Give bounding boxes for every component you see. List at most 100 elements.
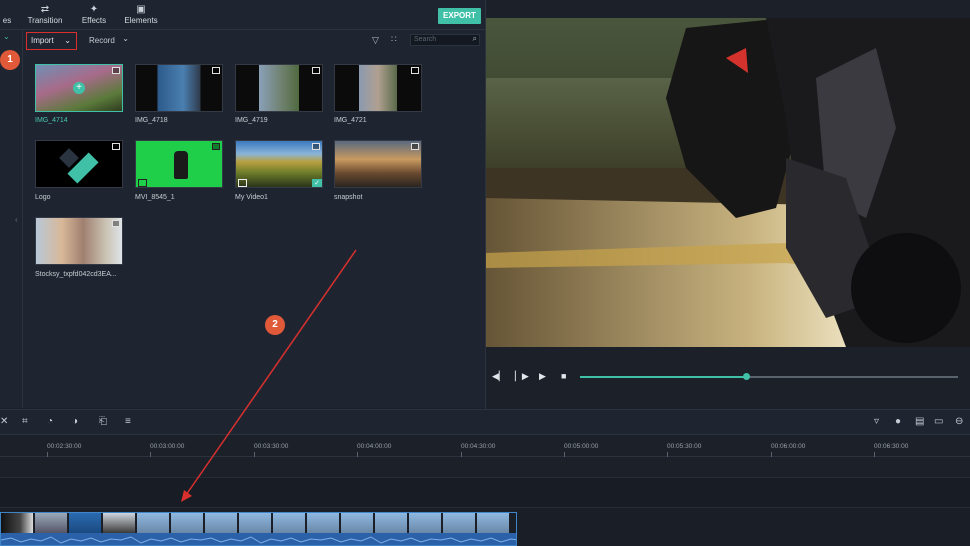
film-icon	[212, 143, 220, 150]
image-type-icon	[212, 67, 220, 74]
ruler-label: 00:03:00:00	[150, 443, 185, 450]
ruler-label: 00:06:30:00	[874, 443, 909, 450]
record-button[interactable]: Record ⌄	[89, 32, 137, 50]
stop-icon[interactable]: ■	[561, 371, 566, 381]
clip-frame	[307, 513, 340, 533]
check-icon: ✓	[312, 179, 322, 187]
timeline-track[interactable]	[0, 478, 970, 508]
media-label: snapshot	[334, 194, 363, 201]
media-thumb-img-4721[interactable]	[334, 64, 422, 112]
video-preview	[486, 18, 970, 347]
next-frame-icon[interactable]: ▏▶	[515, 371, 529, 382]
import-button[interactable]: Import ⌄	[26, 32, 77, 50]
ruler-tick	[564, 452, 565, 457]
media-thumb-img-4714[interactable]: +	[35, 64, 123, 112]
ruler-label: 00:04:00:00	[357, 443, 392, 450]
export-button[interactable]: EXPORT	[438, 8, 481, 24]
step-badge-1: 1	[0, 50, 20, 70]
chevron-down-icon[interactable]: ⌄	[3, 32, 10, 41]
zoom-out-icon[interactable]: ⊖	[955, 416, 963, 427]
add-icon[interactable]: +	[73, 82, 85, 94]
search-icon[interactable]: ⌕	[473, 34, 477, 44]
clip-frame	[1, 513, 34, 533]
media-label: Logo	[35, 194, 51, 201]
tab-effects[interactable]: ✦ Effects	[80, 4, 108, 25]
prev-frame-icon[interactable]: ◀▏	[492, 371, 506, 382]
ruler-label: 00:04:30:00	[461, 443, 496, 450]
media-thumb-stocksy[interactable]	[35, 217, 123, 265]
ruler-label: 00:02:30:00	[47, 443, 82, 450]
clip-frame	[137, 513, 170, 533]
tab-media[interactable]: es	[0, 4, 14, 25]
media-label: IMG_4721	[334, 117, 367, 124]
person-figure	[174, 151, 188, 179]
media-thumb-snapshot[interactable]	[334, 140, 422, 188]
tab-elements[interactable]: ▣ Elements	[124, 4, 158, 25]
media-label: Stocksy_txpfd042cd3EA...	[35, 271, 117, 278]
film-icon	[312, 143, 320, 150]
snapshot-icon[interactable]: ▭	[934, 416, 943, 427]
ruler-label: 00:03:30:00	[254, 443, 289, 450]
clip-frame	[69, 513, 102, 533]
play-icon[interactable]: ▶	[539, 371, 546, 382]
ruler-label: 00:05:30:00	[667, 443, 702, 450]
search-input[interactable]: Search ⌕	[410, 34, 480, 46]
green-screen-icon[interactable]: ⎗	[99, 416, 107, 427]
delete-icon[interactable]: ✕	[0, 416, 8, 427]
media-thumb-img-4718[interactable]	[135, 64, 223, 112]
chevron-down-icon: ⌄	[64, 36, 71, 45]
preview-frame	[486, 18, 970, 347]
media-thumb-img-4719[interactable]	[235, 64, 323, 112]
image-type-icon	[312, 67, 320, 74]
marker-icon[interactable]: ▿	[874, 416, 879, 427]
media-thumb-my-video1[interactable]: ✓	[235, 140, 323, 188]
ruler-tick	[357, 452, 358, 457]
player-controls	[486, 347, 970, 409]
clip-frame	[205, 513, 238, 533]
ruler-tick	[47, 452, 48, 457]
ruler-tick	[254, 452, 255, 457]
media-thumb-logo[interactable]	[35, 140, 123, 188]
clip-frame	[103, 513, 136, 533]
clip-frame	[239, 513, 272, 533]
image-type-icon	[112, 143, 120, 150]
ruler-tick	[667, 452, 668, 457]
scrub-progress	[580, 376, 747, 378]
preview-top-bar	[486, 0, 970, 18]
clip-frame	[341, 513, 374, 533]
audio-waveform	[1, 533, 516, 545]
media-label: IMG_4719	[235, 117, 268, 124]
crop-icon[interactable]: ⌗	[22, 416, 28, 427]
collapse-handle-icon[interactable]: ‹	[15, 215, 18, 224]
elements-icon: ▣	[136, 4, 146, 15]
ruler-label: 00:05:00:00	[564, 443, 599, 450]
transition-icon: ⇄	[40, 4, 50, 15]
filter-icon[interactable]: ▽	[372, 35, 379, 46]
image-type-icon	[411, 143, 419, 150]
media-label: MVI_8545_1	[135, 194, 175, 201]
speed-icon[interactable]: ◔	[47, 416, 53, 427]
adjust-icon[interactable]: ≡	[125, 416, 131, 427]
timeline-track[interactable]	[0, 458, 970, 478]
video-type-icon	[238, 179, 247, 187]
top-tab-bar: es ⇄ Transition ✦ Effects ▣ Elements	[0, 0, 485, 30]
color-icon[interactable]: ◑	[72, 416, 78, 427]
media-thumb-mvi-8545-1[interactable]	[135, 140, 223, 188]
voiceover-icon[interactable]: ▤	[915, 416, 924, 427]
media-icon	[0, 4, 14, 16]
ruler-tick	[874, 452, 875, 457]
clip-frame	[477, 513, 510, 533]
effects-icon: ✦	[89, 4, 99, 15]
chevron-down-icon: ⌄	[122, 34, 129, 43]
media-label: My Video1	[235, 194, 268, 201]
clip-frame	[273, 513, 306, 533]
ruler-tick	[771, 452, 772, 457]
timeline-toolbar	[0, 409, 970, 435]
timeline-video-clip[interactable]	[0, 512, 517, 546]
ruler-tick	[461, 452, 462, 457]
grid-view-icon[interactable]: ∷	[391, 34, 397, 45]
microphone-icon[interactable]: ●	[895, 416, 901, 427]
image-type-icon	[112, 220, 120, 227]
tab-transition[interactable]: ⇄ Transition	[26, 4, 64, 25]
left-rail: ⌄ ‹	[0, 30, 23, 408]
